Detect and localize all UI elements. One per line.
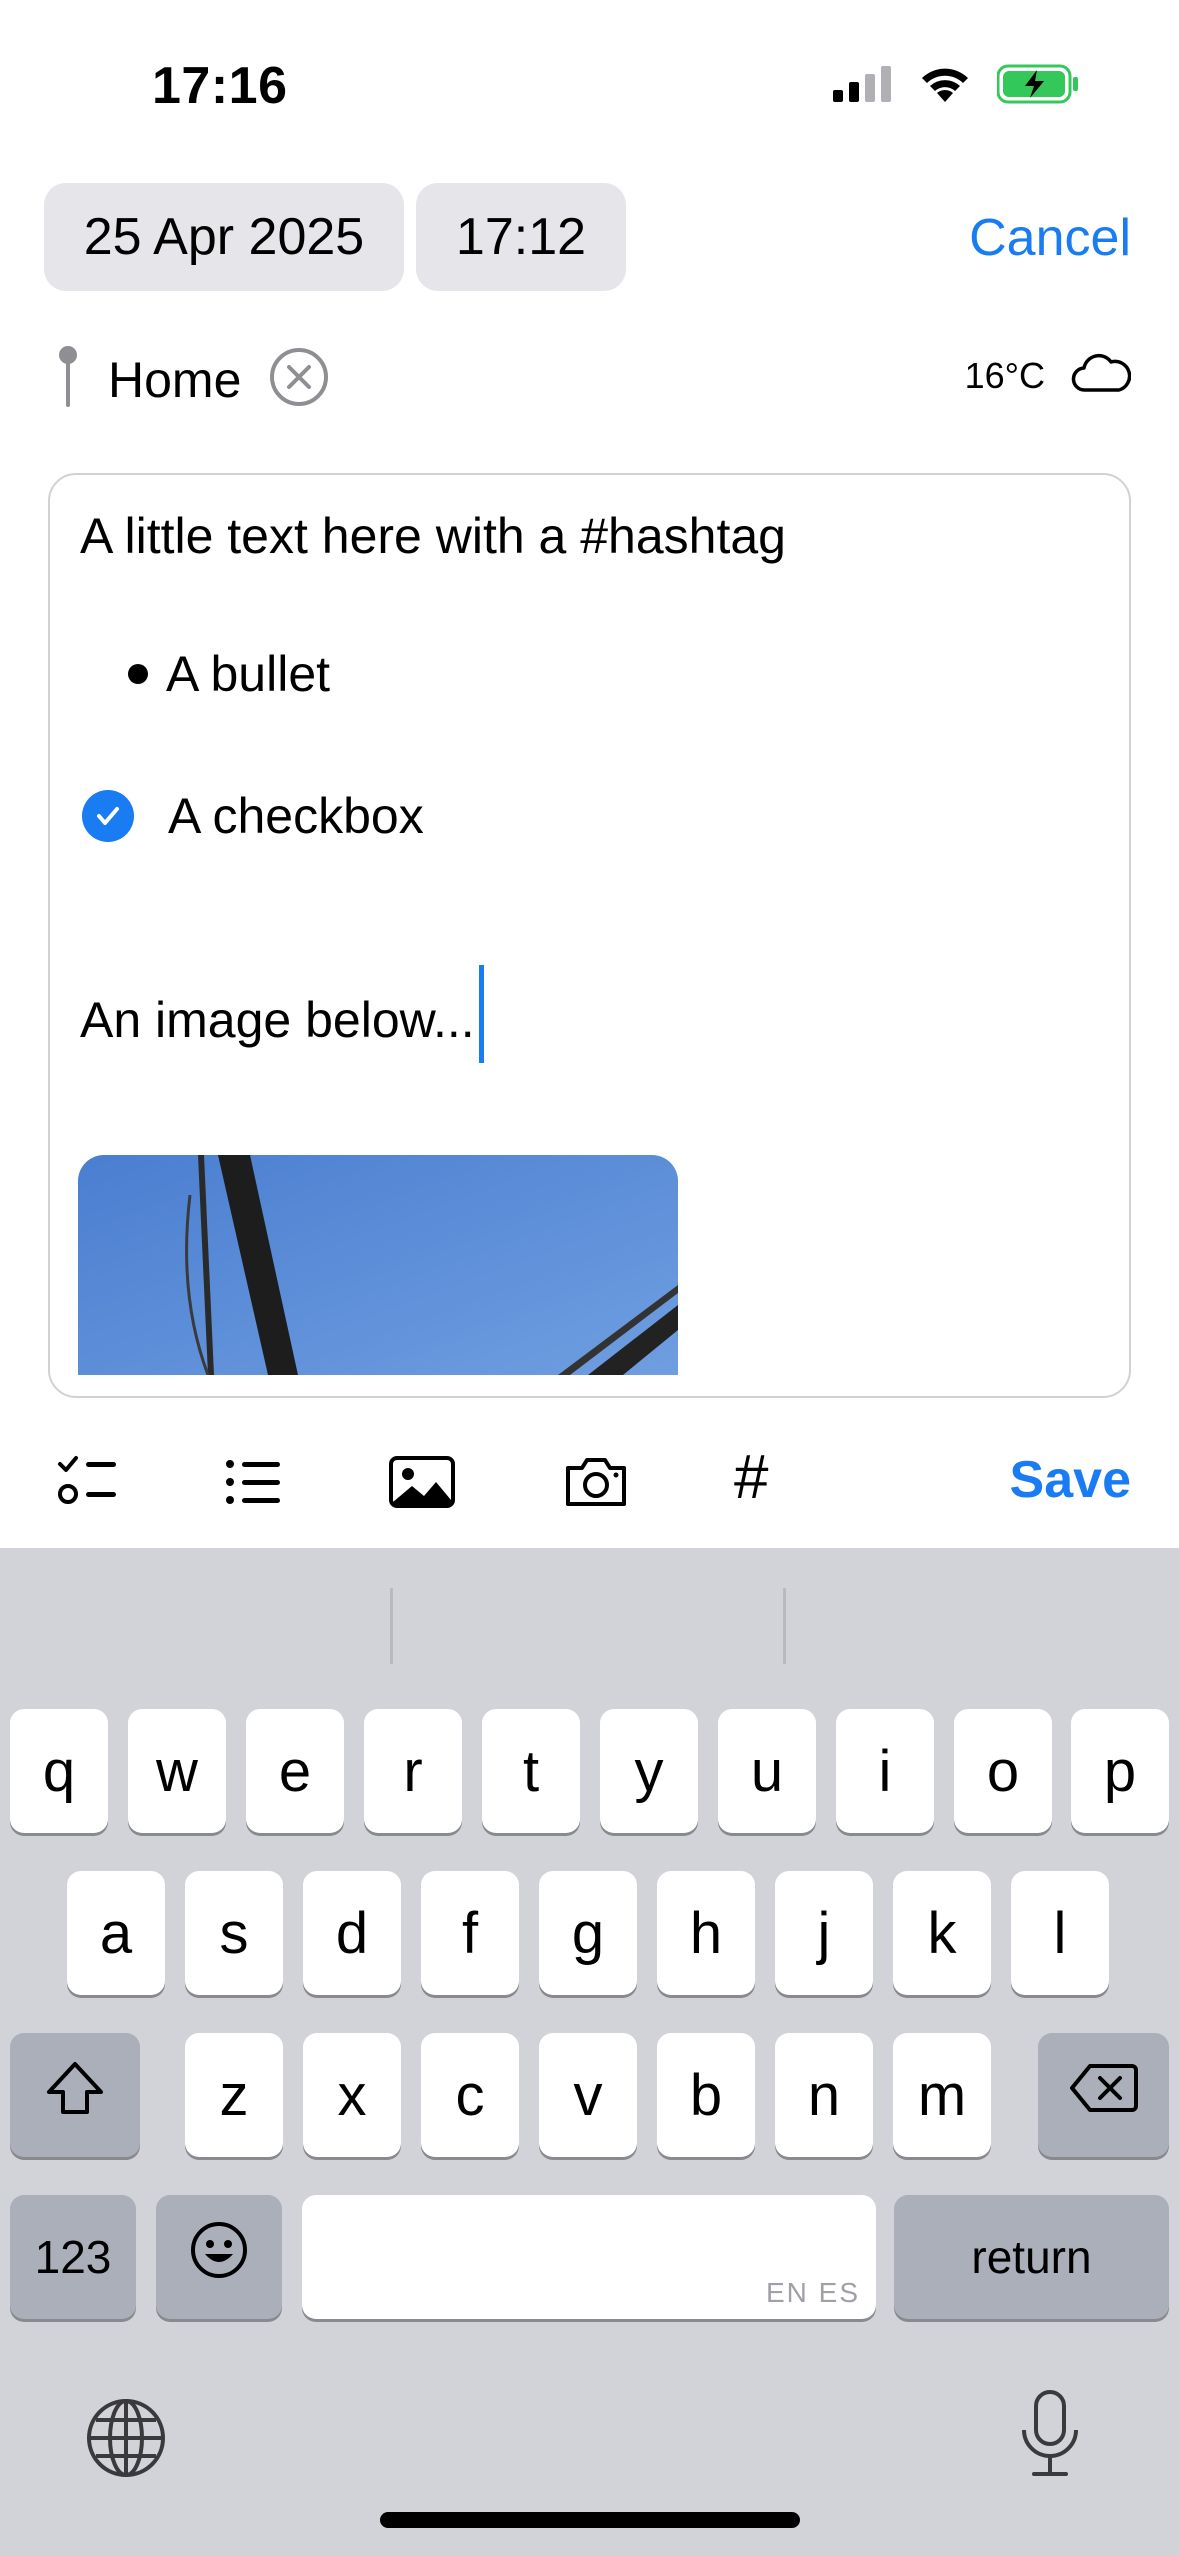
clear-location-icon[interactable] <box>269 347 329 412</box>
time-picker-button[interactable]: 17:12 <box>416 183 626 291</box>
key-u[interactable]: u <box>718 1709 816 1833</box>
globe-icon[interactable] <box>84 2396 168 2485</box>
key-f[interactable]: f <box>421 1871 519 1995</box>
key-p[interactable]: p <box>1071 1709 1169 1833</box>
date-picker-button[interactable]: 25 Apr 2025 <box>44 183 404 291</box>
key-b[interactable]: b <box>657 2033 755 2157</box>
photo-library-icon[interactable] <box>388 1450 456 1519</box>
checklist-icon[interactable] <box>56 1450 120 1519</box>
bullet-list-icon[interactable] <box>222 1450 286 1519</box>
space-language-hint: EN ES <box>765 2277 860 2308</box>
key-a[interactable]: a <box>67 1871 165 1995</box>
text-caret <box>478 965 484 1063</box>
microphone-icon[interactable] <box>1016 2388 1084 2485</box>
save-button[interactable]: Save <box>1010 1450 1131 1510</box>
bullet-item: A bullet <box>128 645 330 703</box>
bullet-dot <box>128 664 148 684</box>
suggestion-divider <box>783 1588 786 1664</box>
key-l[interactable]: l <box>1011 1871 1109 1995</box>
key-j[interactable]: j <box>775 1871 873 1995</box>
checkbox-checked-icon[interactable] <box>82 790 134 842</box>
location-row[interactable]: Home <box>56 345 329 414</box>
key-o[interactable]: o <box>954 1709 1052 1833</box>
key-w[interactable]: w <box>128 1709 226 1833</box>
checkbox-text: A checkbox <box>168 788 424 844</box>
key-d[interactable]: d <box>303 1871 401 1995</box>
key-h[interactable]: h <box>657 1871 755 1995</box>
numbers-key-label: 123 <box>34 2231 112 2283</box>
key-y[interactable]: y <box>600 1709 698 1833</box>
text-line-content: An image below... <box>80 992 475 1049</box>
cellular-signal-icon <box>833 66 893 107</box>
key-c[interactable]: c <box>421 2033 519 2157</box>
emoji-key[interactable] <box>156 2195 282 2319</box>
formatting-toolbar: # Save <box>0 1430 1179 1538</box>
emoji-icon <box>187 2218 251 2296</box>
key-r[interactable]: r <box>364 1709 462 1833</box>
key-v[interactable]: v <box>539 2033 637 2157</box>
key-e[interactable]: e <box>246 1709 344 1833</box>
key-g[interactable]: g <box>539 1871 637 1995</box>
key-t[interactable]: t <box>482 1709 580 1833</box>
key-z[interactable]: z <box>185 2033 283 2157</box>
bullet-text: A bullet <box>166 646 331 702</box>
keyboard: q w e r t y u i o p a s d f g h j k l z … <box>0 1548 1179 2556</box>
cloud-icon <box>1071 352 1132 399</box>
checkbox-item: A checkbox <box>82 787 424 845</box>
return-key[interactable]: return <box>894 2195 1169 2319</box>
shift-key[interactable] <box>10 2033 140 2157</box>
battery-charging-icon <box>996 64 1079 109</box>
text-line: An image below... <box>80 965 484 1073</box>
status-time: 17:16 <box>152 57 288 115</box>
wifi-icon <box>919 64 971 109</box>
attached-photo[interactable] <box>78 1155 678 1375</box>
space-key[interactable]: EN ES <box>302 2195 876 2319</box>
numbers-key[interactable]: 123 <box>10 2195 136 2319</box>
status-icons <box>833 64 1079 109</box>
camera-icon[interactable] <box>562 1450 630 1519</box>
text-line: A little text here with a #hashtag <box>80 508 786 564</box>
key-q[interactable]: q <box>10 1709 108 1833</box>
weather-info: 16°C <box>964 352 1132 399</box>
key-m[interactable]: m <box>893 2033 991 2157</box>
location-label: Home <box>108 351 242 408</box>
key-i[interactable]: i <box>836 1709 934 1833</box>
location-pin-icon <box>56 345 80 414</box>
suggestion-divider <box>390 1588 393 1664</box>
home-indicator <box>380 2512 800 2528</box>
hashtag-icon[interactable]: # <box>734 1442 768 1513</box>
key-s[interactable]: s <box>185 1871 283 1995</box>
delete-key[interactable] <box>1038 2033 1169 2157</box>
key-x[interactable]: x <box>303 2033 401 2157</box>
shift-icon <box>43 2056 107 2134</box>
return-key-label: return <box>971 2231 1092 2283</box>
delete-icon <box>1068 2060 1140 2130</box>
cancel-button[interactable]: Cancel <box>969 208 1131 268</box>
key-n[interactable]: n <box>775 2033 873 2157</box>
temperature-label: 16°C <box>964 354 1045 396</box>
key-k[interactable]: k <box>893 1871 991 1995</box>
entry-editor[interactable]: A little text here with a #hashtag A bul… <box>48 473 1131 1398</box>
